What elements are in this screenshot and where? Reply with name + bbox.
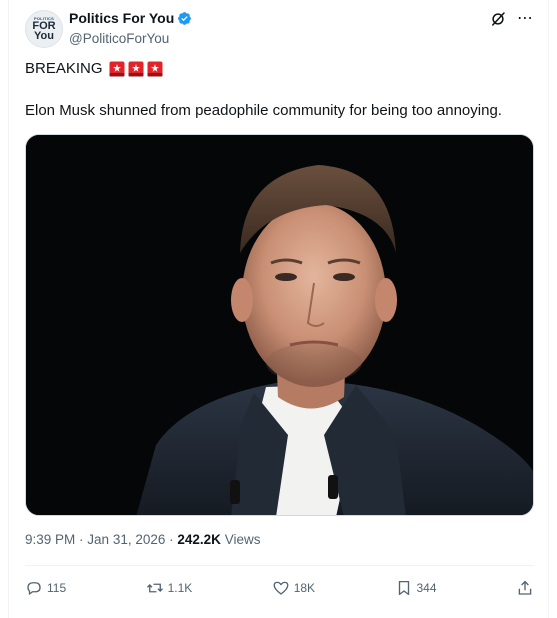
verified-badge-icon	[178, 11, 192, 25]
header-actions: ⋯	[489, 10, 534, 28]
portrait-illustration	[26, 135, 533, 515]
display-name-row: Politics For You	[69, 10, 192, 26]
avatar[interactable]: POLITICS FOR You	[25, 10, 63, 48]
views-count: 242.2K	[177, 532, 221, 547]
post-header: POLITICS FOR You Politics For You @Polit…	[25, 10, 534, 50]
police-siren-emoji	[109, 61, 125, 77]
reply-count: 115	[47, 581, 67, 595]
post-text-line-2: Elon Musk shunned from peadophile commun…	[25, 102, 502, 119]
police-siren-emoji	[147, 61, 163, 77]
action-bar: 115 1.1K 18K 344	[25, 574, 534, 602]
more-icon[interactable]: ⋯	[517, 11, 534, 27]
post-photo[interactable]	[25, 134, 534, 516]
repost-count: 1.1K	[167, 581, 193, 595]
heart-icon	[273, 581, 289, 595]
display-name[interactable]: Politics For You	[69, 10, 174, 26]
repost-button[interactable]: 1.1K	[146, 579, 193, 597]
post-time[interactable]: 9:39 PM	[25, 532, 75, 547]
bookmark-button[interactable]: 344	[395, 579, 437, 597]
user-handle[interactable]: @PoliticoForYou	[69, 31, 192, 46]
divider	[25, 565, 534, 566]
post-meta: 9:39 PM · Jan 31, 2026 · 242.2K Views	[25, 532, 260, 547]
post-card: POLITICS FOR You Politics For You @Polit…	[8, 0, 549, 618]
police-siren-emoji	[128, 61, 144, 77]
post-date[interactable]: Jan 31, 2026	[87, 532, 165, 547]
grok-icon[interactable]	[489, 10, 507, 28]
reply-button[interactable]: 115	[25, 579, 66, 597]
bookmark-icon	[398, 580, 409, 596]
post-text-line-1: BREAKING	[25, 59, 163, 79]
like-button[interactable]: 18K	[272, 579, 315, 597]
share-icon	[518, 580, 532, 595]
share-button[interactable]	[516, 579, 534, 597]
author-names: Politics For You @PoliticoForYou	[69, 10, 192, 46]
repost-icon	[146, 583, 163, 593]
bookmark-count: 344	[416, 581, 437, 595]
breaking-text: BREAKING	[25, 60, 103, 77]
avatar-logo-text: You	[34, 30, 54, 42]
like-count: 18K	[293, 581, 316, 595]
reply-icon	[27, 582, 41, 595]
views-label: Views	[224, 532, 261, 547]
